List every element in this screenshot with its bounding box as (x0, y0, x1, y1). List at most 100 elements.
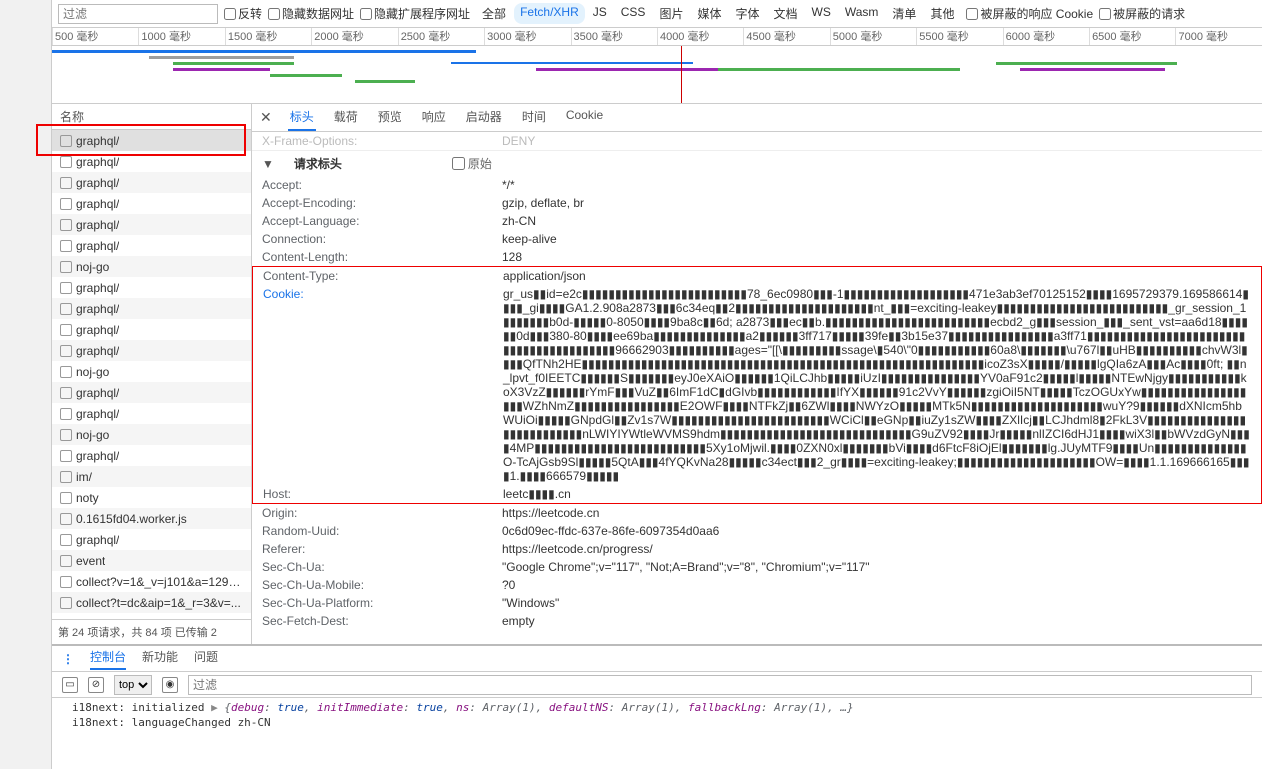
detail-tab-0[interactable]: 标头 (288, 104, 316, 131)
detail-tab-2[interactable]: 预览 (376, 104, 404, 131)
timeline-cursor[interactable] (681, 46, 682, 103)
detail-tab-6[interactable]: Cookie (564, 104, 605, 131)
request-row[interactable]: graphql/ (52, 172, 251, 193)
filter-ws[interactable]: WS (806, 3, 837, 24)
request-row[interactable]: graphql/ (52, 151, 251, 172)
header-name: Random-Uuid: (262, 524, 502, 538)
request-row[interactable]: graphql/ (52, 193, 251, 214)
list-header-name[interactable]: 名称 (52, 104, 251, 130)
blocked-req-checkbox[interactable]: 被屏蔽的请求 (1099, 5, 1185, 22)
request-row[interactable]: noj-go (52, 361, 251, 382)
file-icon (60, 513, 72, 525)
request-row[interactable]: graphql/ (52, 235, 251, 256)
console-log-line[interactable]: i18next: languageChanged zh-CN (72, 715, 1242, 730)
hide-ext-url-checkbox[interactable]: 隐藏扩展程序网址 (360, 5, 470, 22)
request-row[interactable]: collect?t=dc&aip=1&_r=3&v=... (52, 592, 251, 613)
filter-全部[interactable]: 全部 (476, 3, 512, 24)
file-icon (60, 219, 72, 231)
request-row[interactable]: graphql/ (52, 340, 251, 361)
request-name: graphql/ (76, 176, 119, 190)
request-row[interactable]: graphql/ (52, 319, 251, 340)
request-row[interactable]: graphql/ (52, 277, 251, 298)
timeline-tick: 6500 毫秒 (1089, 28, 1175, 45)
file-icon (60, 198, 72, 210)
request-name: graphql/ (76, 239, 119, 253)
console-filter-input[interactable] (188, 675, 1252, 695)
detail-body[interactable]: X-Frame-Options:DENY ▼ 请求标头 原始 Accept:*/… (252, 132, 1262, 644)
console-log-body[interactable]: i18next: initialized ▶ {debug: true, ini… (52, 698, 1262, 739)
filter-图片[interactable]: 图片 (653, 3, 689, 24)
console-log-line[interactable]: i18next: initialized ▶ {debug: true, ini… (72, 700, 1242, 715)
filter-文档[interactable]: 文档 (768, 3, 804, 24)
request-list-body[interactable]: graphql/graphql/graphql/graphql/graphql/… (52, 130, 251, 619)
detail-tab-1[interactable]: 载荷 (332, 104, 360, 131)
request-row[interactable]: graphql/ (52, 298, 251, 319)
header-name: Accept: (262, 178, 502, 192)
hide-data-url-checkbox[interactable]: 隐藏数据网址 (268, 5, 354, 22)
file-icon (60, 261, 72, 273)
header-value: gzip, deflate, br (502, 196, 1252, 210)
request-row[interactable]: graphql/ (52, 529, 251, 550)
request-name: graphql/ (76, 155, 119, 169)
filter-wasm[interactable]: Wasm (839, 3, 885, 24)
filter-清单[interactable]: 清单 (886, 3, 922, 24)
header-row: Sec-Ch-Ua-Platform:"Windows" (252, 594, 1262, 612)
filter-其他[interactable]: 其他 (924, 3, 960, 24)
header-name: Origin: (262, 506, 502, 520)
console-tab-2[interactable]: 问题 (194, 648, 218, 670)
left-gutter (0, 0, 52, 769)
close-icon[interactable]: ✕ (260, 109, 272, 126)
filter-css[interactable]: CSS (615, 3, 652, 24)
request-name: noty (76, 491, 99, 505)
invert-checkbox[interactable]: 反转 (224, 5, 262, 22)
detail-tab-3[interactable]: 响应 (420, 104, 448, 131)
request-row[interactable]: graphql/ (52, 445, 251, 466)
console-menu-icon[interactable]: ⋮ (62, 652, 74, 666)
request-row[interactable]: graphql/ (52, 403, 251, 424)
live-expr-icon[interactable]: ◉ (162, 677, 178, 693)
request-row[interactable]: 0.1615fd04.worker.js (52, 508, 251, 529)
timeline-tick: 500 毫秒 (52, 28, 138, 45)
request-headers-section[interactable]: ▼ 请求标头 原始 (252, 151, 1262, 176)
detail-tab-5[interactable]: 时间 (520, 104, 548, 131)
timeline-chart[interactable] (52, 46, 1262, 104)
request-row[interactable]: graphql/ (52, 214, 251, 235)
console-clear-icon[interactable]: ⊘ (88, 677, 104, 693)
request-name: graphql/ (76, 386, 119, 400)
header-value: */* (502, 178, 1252, 192)
filter-js[interactable]: JS (587, 3, 613, 24)
request-row[interactable]: graphql/ (52, 130, 251, 151)
timeline-tick: 5500 毫秒 (916, 28, 1002, 45)
filter-fetch/xhr[interactable]: Fetch/XHR (514, 3, 585, 24)
file-icon (60, 471, 72, 483)
header-row: Sec-Ch-Ua-Mobile:?0 (252, 576, 1262, 594)
console-tab-1[interactable]: 新功能 (142, 648, 178, 670)
request-name: collect?t=dc&aip=1&_r=3&v=... (76, 596, 241, 610)
blocked-cookie-checkbox[interactable]: 被屏蔽的响应 Cookie (966, 5, 1093, 22)
request-row[interactable]: noj-go (52, 256, 251, 277)
filter-媒体[interactable]: 媒体 (691, 3, 727, 24)
context-select[interactable]: top (114, 675, 152, 695)
request-row[interactable]: collect?v=1&_v=j101&a=1299... (52, 571, 251, 592)
request-name: graphql/ (76, 344, 119, 358)
header-value: application/json (503, 269, 1251, 283)
header-value: "Windows" (502, 596, 1252, 610)
request-row[interactable]: noty (52, 487, 251, 508)
filter-input[interactable] (58, 4, 218, 24)
filter-字体[interactable]: 字体 (729, 3, 765, 24)
request-row[interactable]: graphql/ (52, 382, 251, 403)
request-row[interactable]: im/ (52, 466, 251, 487)
file-icon (60, 177, 72, 189)
console-sidebar-icon[interactable]: ▭ (62, 677, 78, 693)
detail-tabbar: ✕ 标头载荷预览响应启动器时间 Cookie (252, 104, 1262, 132)
detail-tab-4[interactable]: 启动器 (464, 104, 504, 131)
header-value: zh-CN (502, 214, 1252, 228)
file-icon (60, 408, 72, 420)
console-tab-0[interactable]: 控制台 (90, 648, 126, 670)
header-name: Host: (263, 487, 503, 501)
file-icon (60, 429, 72, 441)
collapse-icon[interactable]: ▼ (262, 157, 274, 171)
request-row[interactable]: noj-go (52, 424, 251, 445)
raw-checkbox[interactable]: 原始 (452, 155, 492, 172)
request-row[interactable]: event (52, 550, 251, 571)
